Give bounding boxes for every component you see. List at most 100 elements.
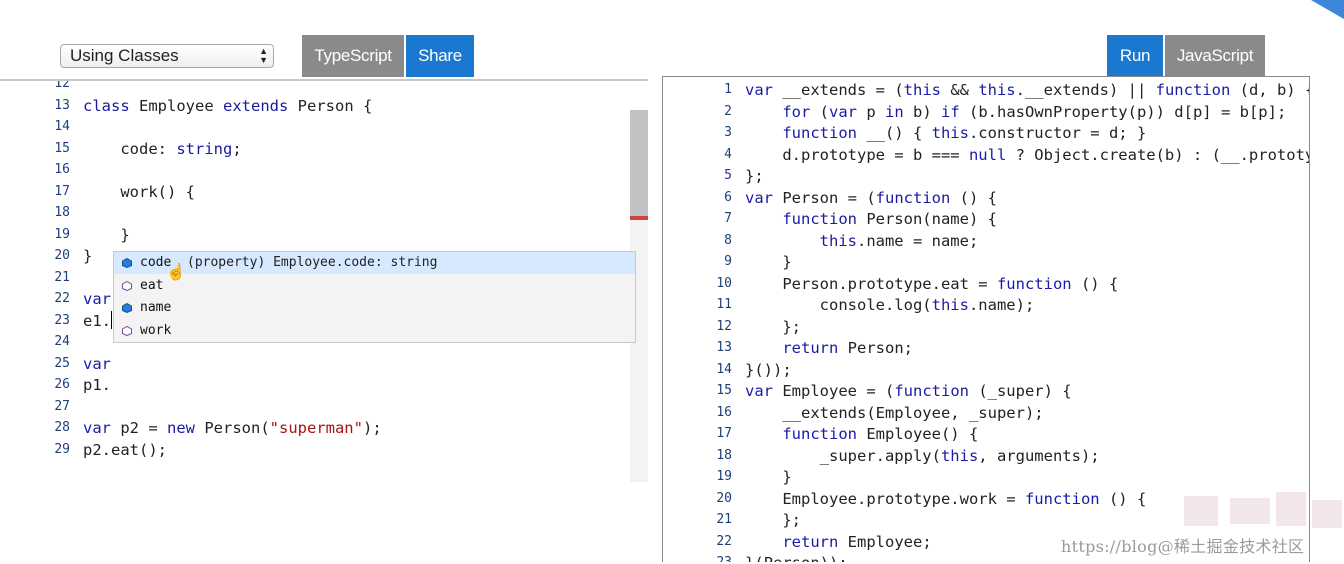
code-line[interactable]: 7 function Person(name) { bbox=[663, 208, 1309, 230]
autocomplete-label: eat bbox=[140, 277, 164, 293]
autocomplete-item-code[interactable]: code (property) Employee.code: string bbox=[114, 252, 635, 274]
code-line[interactable]: 25 var bbox=[0, 353, 648, 375]
code-line[interactable]: 12 bbox=[0, 81, 648, 95]
code-line[interactable]: 9 } bbox=[663, 251, 1309, 273]
autocomplete-label: name bbox=[140, 300, 172, 315]
line-number: 3 bbox=[724, 125, 732, 140]
code-token: _super.apply( bbox=[745, 446, 941, 465]
code-line[interactable]: 19 } bbox=[0, 224, 648, 246]
line-number: 4 bbox=[724, 146, 732, 162]
keyword-token: class bbox=[83, 96, 130, 115]
code-line[interactable]: 6 var Person = (function () { bbox=[663, 187, 1309, 209]
code-line[interactable]: 29 p2.eat(); bbox=[0, 439, 648, 461]
code-token: () { bbox=[1071, 274, 1119, 293]
code-text: } bbox=[745, 251, 791, 273]
code-token: ( bbox=[810, 102, 829, 121]
code-text: for (var p in b) if (b.hasOwnProperty(p)… bbox=[745, 101, 1286, 123]
share-button[interactable]: Share bbox=[406, 35, 474, 77]
autocomplete-item-eat[interactable]: eat bbox=[114, 275, 635, 297]
code-token: Employee = ( bbox=[773, 382, 895, 400]
example-select[interactable]: Using Classes ▲ ▼ bbox=[60, 44, 274, 68]
code-text: return Employee; bbox=[745, 531, 931, 553]
keyword-token: if bbox=[941, 102, 960, 121]
code-line[interactable]: 17 function Employee() { bbox=[663, 423, 1309, 445]
line-number: 9 bbox=[724, 254, 732, 269]
keyword-token: return bbox=[782, 339, 839, 357]
code-line[interactable]: 14}()); bbox=[663, 359, 1309, 381]
code-line[interactable]: 11 console.log(this.name); bbox=[663, 294, 1309, 316]
code-line[interactable]: 14 bbox=[0, 116, 648, 138]
code-token: .name = name; bbox=[856, 231, 979, 250]
keyword-token: var bbox=[83, 290, 111, 308]
code-line[interactable]: 8 this.name = name; bbox=[663, 230, 1309, 252]
editor-scrollbar-thumb[interactable] bbox=[630, 110, 648, 220]
code-text: class Employee extends Person { bbox=[83, 95, 372, 117]
code-line[interactable]: 2 for (var p in b) if (b.hasOwnProperty(… bbox=[663, 101, 1309, 123]
code-token: .constructor = d; } bbox=[968, 124, 1147, 142]
keyword-token: function bbox=[1155, 81, 1231, 99]
code-line[interactable]: 15 code: string; bbox=[0, 138, 648, 160]
code-text: p1. bbox=[83, 374, 111, 396]
autocomplete-item-name[interactable]: name bbox=[114, 297, 635, 319]
code-token: Person; bbox=[838, 339, 913, 357]
line-number: 2 bbox=[724, 103, 732, 119]
code-text: return Person; bbox=[745, 337, 913, 359]
code-text: _super.apply(this, arguments); bbox=[745, 445, 1100, 467]
keyword-token: this bbox=[940, 446, 979, 465]
autocomplete-popup[interactable]: code (property) Employee.code: string eat n… bbox=[113, 251, 636, 343]
code-line[interactable]: 28 var p2 = new Person("superman"); bbox=[0, 417, 648, 439]
code-line[interactable]: 16 __extends(Employee, _super); bbox=[663, 402, 1309, 424]
code-token: }; bbox=[745, 167, 764, 185]
run-button[interactable]: Run bbox=[1107, 35, 1163, 77]
code-line[interactable]: 4 d.prototype = b === null ? Object.crea… bbox=[663, 144, 1309, 166]
code-line[interactable]: 13 return Person; bbox=[663, 337, 1309, 359]
code-token: (_super) { bbox=[968, 382, 1072, 400]
code-line[interactable]: 16 bbox=[0, 159, 648, 181]
code-line[interactable]: 26 p1. bbox=[0, 374, 648, 396]
code-line[interactable]: 10 Person.prototype.eat = function () { bbox=[663, 273, 1309, 295]
property-icon bbox=[122, 258, 132, 268]
code-token: p2.eat(); bbox=[83, 440, 167, 459]
code-token: , arguments); bbox=[978, 446, 1100, 465]
code-line[interactable]: 1 var __extends = (this && this.__extends… bbox=[663, 79, 1309, 101]
code-line[interactable]: 3 function __() { this.constructor = d; … bbox=[663, 122, 1309, 144]
autocomplete-item-work[interactable]: work bbox=[114, 320, 635, 342]
line-number: 11 bbox=[716, 297, 732, 312]
keyword-token: var bbox=[745, 188, 773, 207]
code-text: e1. bbox=[83, 310, 112, 332]
typescript-button[interactable]: TypeScript bbox=[302, 35, 404, 77]
code-line[interactable]: 17 work() { bbox=[0, 181, 648, 203]
code-token: }; bbox=[745, 317, 801, 336]
code-line[interactable]: 27 bbox=[0, 396, 648, 418]
javascript-button[interactable]: JavaScript bbox=[1165, 35, 1265, 77]
code-token: Person(name) { bbox=[856, 210, 997, 228]
code-token: work() { bbox=[83, 182, 195, 201]
line-number: 15 bbox=[716, 383, 732, 398]
keyword-token: function bbox=[1024, 489, 1100, 508]
line-number: 13 bbox=[716, 340, 732, 355]
line-number: 6 bbox=[724, 189, 732, 205]
keyword-token: this bbox=[931, 296, 969, 314]
code-token: && bbox=[940, 81, 979, 99]
code-token: } bbox=[745, 468, 792, 486]
code-line[interactable]: 18 _super.apply(this, arguments); bbox=[663, 445, 1309, 467]
code-text: __extends(Employee, _super); bbox=[745, 402, 1043, 424]
code-line[interactable]: 18 bbox=[0, 202, 648, 224]
code-line[interactable]: 5}; bbox=[663, 165, 1309, 187]
code-line[interactable]: 19 } bbox=[663, 466, 1309, 488]
line-number: 12 bbox=[716, 318, 732, 334]
code-line[interactable]: 15 var Employee = (function (_super) { bbox=[663, 380, 1309, 402]
keyword-token: function bbox=[782, 425, 857, 443]
code-line[interactable]: 13 class Employee extends Person { bbox=[0, 95, 648, 117]
code-text: function Person(name) { bbox=[745, 208, 997, 230]
code-token: ; bbox=[232, 139, 242, 158]
line-number: 5 bbox=[724, 168, 732, 183]
code-line[interactable]: 12 }; bbox=[663, 316, 1309, 338]
scrollbar-error-marker bbox=[630, 216, 648, 220]
code-token: } bbox=[83, 225, 130, 244]
code-text: code: string; bbox=[83, 138, 242, 160]
code-token: } bbox=[83, 247, 93, 265]
